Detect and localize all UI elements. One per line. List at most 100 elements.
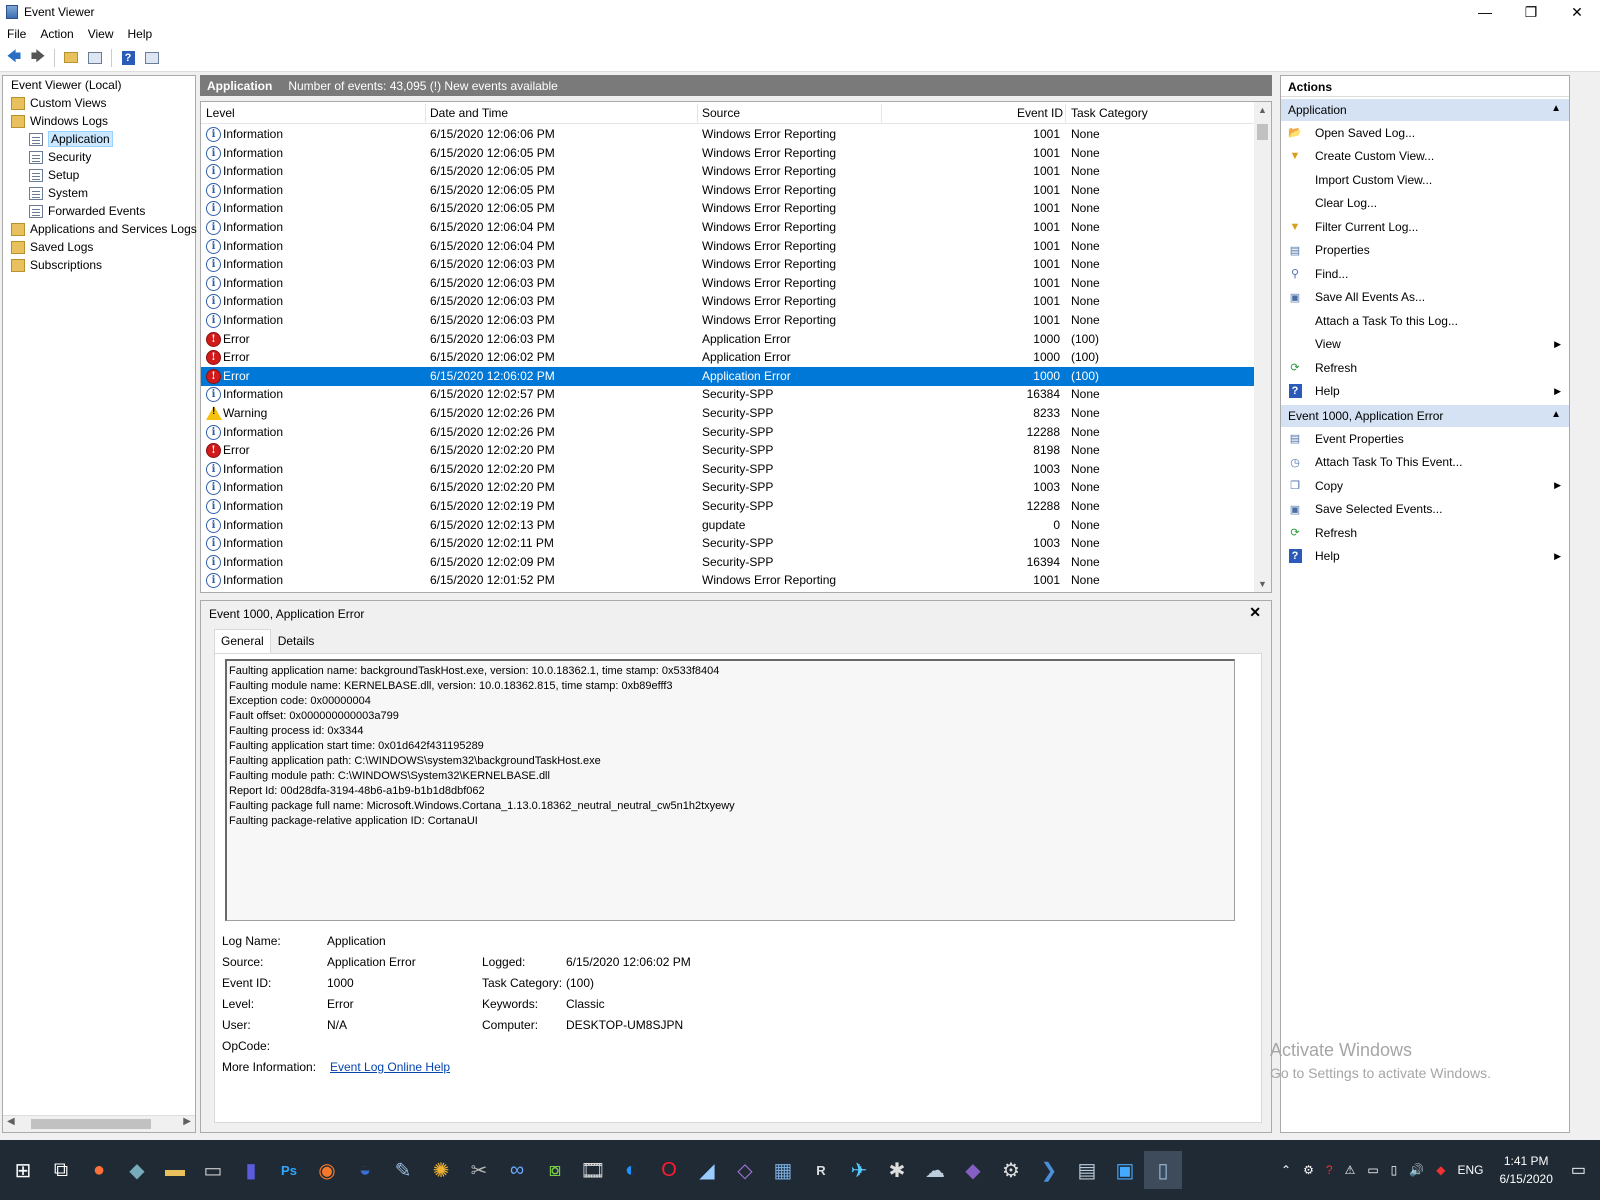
action-save-all-events-as[interactable]: ▣ Save All Events As...: [1281, 286, 1569, 310]
chevron-up-icon[interactable]: ⌃: [1281, 1163, 1291, 1177]
app-icon[interactable]: ▣: [1106, 1151, 1144, 1189]
start-windows-icon[interactable]: ⊞: [4, 1151, 42, 1189]
tree-node-subscriptions[interactable]: Subscriptions: [11, 256, 102, 274]
actions-section-event[interactable]: Event 1000, Application Error ▲: [1281, 405, 1569, 427]
action-help[interactable]: ? Help ▶: [1281, 380, 1569, 404]
table-row[interactable]: ! Error 6/15/2020 12:06:02 PM Application E…: [201, 366, 1254, 386]
table-row[interactable]: ! Error 6/15/2020 12:06:02 PM Application E…: [201, 348, 1254, 367]
visual-studio-icon[interactable]: ◇: [726, 1151, 764, 1189]
network-icon[interactable]: ▭: [1367, 1163, 1378, 1177]
app-icon[interactable]: ✈: [840, 1151, 878, 1189]
tree-node-security[interactable]: Security: [29, 148, 91, 166]
table-row[interactable]: i Information 6/15/2020 12:02:26 PM Securit…: [201, 423, 1254, 442]
tree-node-saved-logs[interactable]: Saved Logs: [11, 238, 93, 256]
table-row[interactable]: ! Error 6/15/2020 12:02:20 PM Security-SPP 8…: [201, 441, 1254, 460]
column-divider[interactable]: [425, 104, 426, 122]
close-icon[interactable]: ✕: [1249, 604, 1261, 621]
app-icon[interactable]: R: [802, 1151, 840, 1189]
notifications-icon[interactable]: ▭: [1571, 1160, 1586, 1180]
table-row[interactable]: i Information 6/15/2020 12:01:52 PM Windows…: [201, 571, 1254, 590]
menu-action[interactable]: Action: [33, 27, 80, 41]
column-divider[interactable]: [697, 104, 698, 122]
action-properties[interactable]: ▤ Properties: [1281, 239, 1569, 263]
table-row[interactable]: i Information 6/15/2020 12:06:05 PM Windows…: [201, 162, 1254, 181]
scroll-right-icon[interactable]: ▶: [183, 1116, 191, 1127]
table-row[interactable]: i Information 6/15/2020 12:06:05 PM Windows…: [201, 181, 1254, 200]
action-event-properties[interactable]: ▤ Event Properties: [1281, 427, 1569, 451]
action-find[interactable]: ⚲ Find...: [1281, 262, 1569, 286]
tray-app-icon[interactable]: ?: [1326, 1163, 1333, 1177]
tree-node-forwarded-events[interactable]: Forwarded Events: [29, 202, 145, 220]
app-icon[interactable]: ▤: [1068, 1151, 1106, 1189]
tray-app-icon[interactable]: ◆: [1436, 1163, 1445, 1177]
column-event-id[interactable]: Event ID: [1017, 106, 1063, 120]
app-icon[interactable]: ◐: [612, 1151, 650, 1189]
table-row[interactable]: i Information 6/15/2020 12:06:03 PM Windows…: [201, 292, 1254, 311]
maximize-button[interactable]: ❐: [1508, 0, 1554, 24]
table-row[interactable]: i Information 6/15/2020 12:06:03 PM Windows…: [201, 274, 1254, 293]
action-attach-a-task-to-this-log[interactable]: Attach a Task To this Log...: [1281, 309, 1569, 333]
action-filter-current-log[interactable]: ▼ Filter Current Log...: [1281, 215, 1569, 239]
visual-studio-icon[interactable]: ◆: [954, 1151, 992, 1189]
column-task-category[interactable]: Task Category: [1071, 106, 1148, 120]
event-log-online-help-link[interactable]: Event Log Online Help: [330, 1060, 450, 1074]
table-row[interactable]: i Information 6/15/2020 12:02:09 PM Securit…: [201, 553, 1254, 572]
action-attach-task-to-this-event[interactable]: ◷ Attach Task To This Event...: [1281, 451, 1569, 475]
tree-node-system[interactable]: System: [29, 184, 88, 202]
tab-details[interactable]: Details: [271, 629, 322, 653]
table-row[interactable]: i Information 6/15/2020 12:06:03 PM Windows…: [201, 311, 1254, 330]
table-row[interactable]: i Information 6/15/2020 12:02:20 PM Securit…: [201, 460, 1254, 479]
show-hide-console-tree-icon[interactable]: [85, 48, 105, 68]
media-icon[interactable]: 🎞: [574, 1151, 612, 1189]
app-icon[interactable]: ◒: [346, 1151, 384, 1189]
help-icon[interactable]: ?: [118, 48, 138, 68]
table-row[interactable]: i Information 6/15/2020 12:02:11 PM Securit…: [201, 534, 1254, 553]
tree-node-windows-logs[interactable]: Windows Logs: [11, 112, 108, 130]
photoshop-icon[interactable]: Ps: [270, 1151, 308, 1189]
app-icon[interactable]: ✺: [422, 1151, 460, 1189]
table-row[interactable]: i Information 6/15/2020 12:02:20 PM Securit…: [201, 478, 1254, 497]
usb-icon[interactable]: ▯: [1391, 1163, 1398, 1177]
action-import-custom-view[interactable]: Import Custom View...: [1281, 168, 1569, 192]
table-row[interactable]: i Information 6/15/2020 12:06:04 PM Windows…: [201, 237, 1254, 256]
blender-icon[interactable]: ◉: [308, 1151, 346, 1189]
table-row[interactable]: i Information 6/15/2020 12:02:13 PM gupdate…: [201, 516, 1254, 535]
table-row[interactable]: i Information 6/15/2020 12:06:03 PM Windows…: [201, 255, 1254, 274]
opera-icon[interactable]: O: [650, 1151, 688, 1189]
collapse-caret-icon[interactable]: ▲: [1551, 103, 1561, 114]
action-open-saved-log[interactable]: 📂 Open Saved Log...: [1281, 121, 1569, 145]
tree-node-setup[interactable]: Setup: [29, 166, 79, 184]
column-source[interactable]: Source: [702, 106, 740, 120]
action-create-custom-view[interactable]: ▼ Create Custom View...: [1281, 145, 1569, 169]
minimize-button[interactable]: —: [1462, 0, 1508, 24]
app-icon[interactable]: ✱: [878, 1151, 916, 1189]
action-clear-log[interactable]: Clear Log...: [1281, 192, 1569, 216]
app-icon[interactable]: ⧇: [536, 1151, 574, 1189]
table-row[interactable]: i Information 6/15/2020 12:06:06 PM Windows…: [201, 125, 1254, 144]
tab-general[interactable]: General: [214, 629, 271, 653]
actions-section-application[interactable]: Application ▲: [1281, 99, 1569, 121]
firefox-icon[interactable]: ●: [80, 1151, 118, 1189]
event-description-box[interactable]: Faulting application name: backgroundTas…: [225, 659, 1235, 921]
table-row[interactable]: i Information 6/15/2020 12:06:04 PM Windows…: [201, 218, 1254, 237]
tree-node-custom-views[interactable]: Custom Views: [11, 94, 106, 112]
app-icon[interactable]: ◆: [118, 1151, 156, 1189]
column-divider[interactable]: [881, 104, 882, 122]
action-view[interactable]: View ▶: [1281, 333, 1569, 357]
powershell-icon[interactable]: ❯: [1030, 1151, 1068, 1189]
settings-icon[interactable]: ⚙: [992, 1151, 1030, 1189]
column-level[interactable]: Level: [206, 106, 235, 120]
terminal-icon[interactable]: ▭: [194, 1151, 232, 1189]
file-explorer-icon[interactable]: ▬: [156, 1151, 194, 1189]
event-viewer-taskbar-icon[interactable]: ▯: [1144, 1151, 1182, 1189]
app-icon[interactable]: ▦: [764, 1151, 802, 1189]
action-save-selected-events[interactable]: ▣ Save Selected Events...: [1281, 498, 1569, 522]
action-help[interactable]: ? Help ▶: [1281, 545, 1569, 569]
menu-help[interactable]: Help: [121, 27, 160, 41]
task-view-icon[interactable]: ⧉: [42, 1151, 80, 1189]
collapse-caret-icon[interactable]: ▲: [1551, 409, 1561, 420]
app-icon[interactable]: ∞: [498, 1151, 536, 1189]
volume-icon[interactable]: 🔊: [1409, 1163, 1424, 1177]
table-row[interactable]: ! Warning 6/15/2020 12:02:26 PM Security-SP…: [201, 404, 1254, 423]
action-refresh[interactable]: ⟳ Refresh: [1281, 356, 1569, 380]
